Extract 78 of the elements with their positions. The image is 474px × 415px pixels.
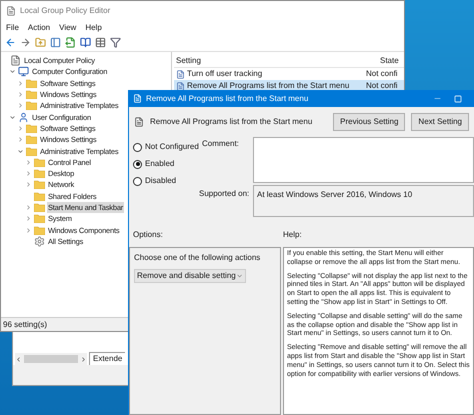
horizontal-scrollbar[interactable]	[15, 353, 87, 365]
folder-icon	[34, 180, 45, 190]
radio-label: Enabled	[145, 158, 174, 170]
setting-name: Remove All Programs list from the Start menu	[187, 80, 350, 92]
list-row[interactable]: Turn off user tracking Not confi	[174, 68, 404, 80]
folder-icon	[26, 90, 37, 100]
collapse-chevron-icon[interactable]	[25, 226, 32, 235]
radio-button[interactable]	[133, 160, 142, 168]
computer-icon	[18, 66, 29, 78]
radio-button[interactable]	[133, 176, 142, 186]
folder-icon	[34, 214, 45, 224]
settings-icon	[34, 236, 45, 247]
setting-name: Turn off user tracking	[187, 68, 264, 80]
help-label: Help:	[283, 228, 302, 240]
scroll-right-icon[interactable]	[80, 356, 87, 362]
collapse-chevron-icon[interactable]	[17, 78, 24, 88]
folder-icon	[26, 124, 37, 133]
radio-button[interactable]	[133, 142, 142, 152]
menu-item[interactable]: Action	[28, 22, 50, 34]
menu-item[interactable]: File	[6, 22, 19, 34]
setting-title: Remove All Programs list from the Start menu	[150, 116, 314, 128]
collapse-chevron-icon[interactable]	[17, 124, 24, 133]
folder-icon	[26, 101, 37, 110]
collapse-chevron-icon[interactable]	[17, 101, 24, 110]
scroll-left-icon[interactable]	[15, 356, 22, 362]
export-icon[interactable]	[65, 37, 76, 48]
radio-label: Disabled	[145, 175, 176, 187]
collapse-chevron-icon[interactable]	[25, 180, 32, 190]
nav-button[interactable]: Next Setting	[411, 113, 469, 131]
window-title: Local Group Policy Editor	[20, 5, 110, 17]
column-header[interactable]: State	[360, 55, 404, 67]
folder-icon	[34, 158, 45, 167]
setting-state: Not confi	[365, 68, 399, 80]
options-label: Options:	[132, 228, 164, 240]
status-text: 96 setting(s)	[3, 318, 48, 330]
dialog-title: Remove All Programs list from the Start menu	[146, 92, 310, 104]
supported-text: At least Windows Server 2016, Windows 10	[257, 190, 412, 199]
folder-icon	[34, 226, 45, 235]
maximize-icon[interactable]	[454, 94, 462, 102]
app-icon	[6, 6, 16, 16]
extended-tab[interactable]: Extende	[89, 352, 126, 365]
column-header[interactable]: Setting	[174, 55, 360, 67]
setting-icon	[176, 70, 185, 78]
user-icon	[18, 112, 29, 123]
action-dropdown[interactable]: Remove and disable setting	[134, 269, 246, 283]
back-arrow-icon[interactable]	[5, 37, 16, 48]
radio-label: Not Configured	[145, 141, 199, 153]
book-icon[interactable]	[80, 37, 91, 48]
app-icon	[133, 94, 142, 103]
setting-icon	[134, 117, 144, 127]
nav-button[interactable]: Previous Setting	[333, 113, 406, 131]
collapse-chevron-icon[interactable]	[25, 169, 32, 178]
setting-state: Not confi	[365, 80, 399, 92]
folder-icon	[26, 78, 37, 88]
filter-icon[interactable]	[110, 37, 121, 48]
collapse-chevron-icon[interactable]	[25, 158, 32, 167]
forward-arrow-icon[interactable]	[20, 37, 31, 48]
collapse-chevron-icon[interactable]	[17, 90, 24, 100]
supported-label: Supported on:	[199, 188, 250, 200]
document-icon	[10, 55, 21, 66]
comment-label: Comment:	[201, 138, 240, 150]
comment-field[interactable]	[253, 137, 474, 183]
scroll-thumb[interactable]	[24, 355, 78, 363]
panel-icon[interactable]	[50, 37, 61, 48]
menu-item[interactable]: Help	[85, 22, 102, 34]
table-icon[interactable]	[95, 37, 106, 48]
folder-icon	[34, 169, 45, 178]
folder-icon	[26, 135, 37, 144]
folder-icon	[26, 146, 37, 156]
dropdown-caret-icon	[236, 272, 243, 280]
collapse-chevron-icon[interactable]	[25, 214, 32, 224]
folder-up-icon[interactable]	[35, 37, 46, 48]
collapse-chevron-icon[interactable]	[17, 135, 24, 144]
menu-item[interactable]: View	[59, 22, 76, 34]
options-prompt: Choose one of the following actions	[134, 252, 262, 264]
collapse-chevron-icon[interactable]	[25, 203, 32, 212]
folder-icon	[34, 203, 45, 212]
setting-icon	[176, 82, 185, 90]
